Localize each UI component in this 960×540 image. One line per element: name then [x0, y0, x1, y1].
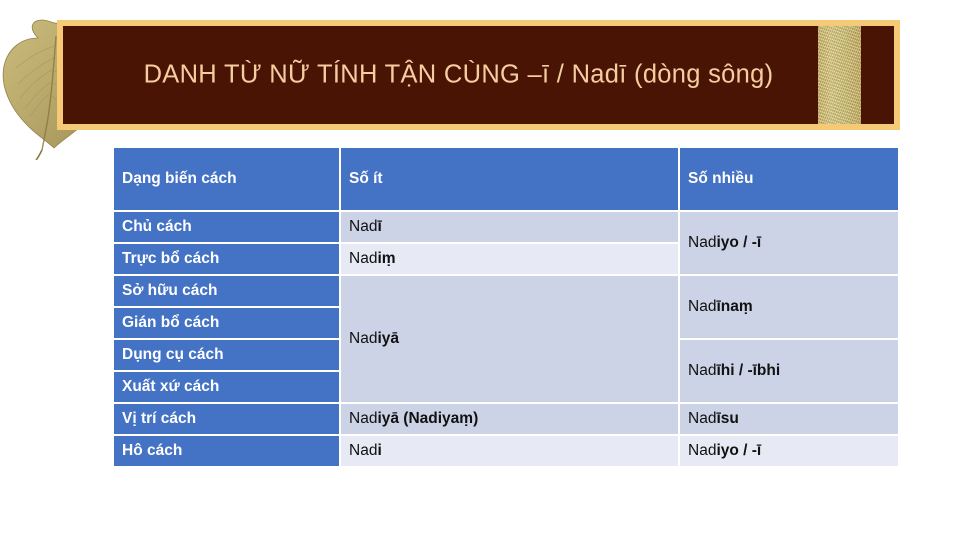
case-label-nominative: Chủ cách	[114, 212, 339, 242]
case-label-ablative: Xuất xứ cách	[114, 372, 339, 402]
word-stem: Nad	[688, 298, 717, 315]
singular-form-nominative: Nadī	[341, 212, 678, 242]
column-header-case: Dạng biến cách	[114, 148, 339, 210]
word-stem: Nad	[349, 410, 378, 427]
table-row: Chủ cách Nadī Nadiyo / -ī	[114, 212, 898, 274]
column-header-plural: Số nhiều	[680, 148, 898, 210]
word-ending: iyā	[377, 330, 399, 347]
case-label-locative: Vị trí cách	[114, 404, 339, 434]
case-label-dative: Gián bổ cách	[114, 308, 339, 338]
singular-form-accusative: Nadiṃ	[341, 244, 678, 274]
word-ending: īnaṃ	[716, 298, 753, 315]
table-row: Vị trí cách Nadiyā (Nadiyaṃ) Nadīsu	[114, 404, 898, 434]
word-stem: Nad	[349, 250, 378, 267]
column-header-singular: Số ít	[341, 148, 678, 210]
case-label-instrumental: Dụng cụ cách	[114, 340, 339, 370]
word-ending: iyo / -ī	[716, 442, 762, 459]
slide-title-banner: DANH TỪ NỮ TÍNH TẬN CÙNG –ī / Nadī (dòng…	[57, 20, 900, 130]
word-ending: iyā (Nadiyaṃ)	[377, 410, 479, 427]
case-label-accusative: Trực bổ cách	[114, 244, 339, 274]
declension-table: Dạng biến cách Số ít Số nhiều Chủ cách N…	[112, 146, 900, 468]
word-ending: i	[377, 442, 382, 459]
word-ending: ī	[377, 218, 382, 235]
word-stem: Nad	[349, 442, 378, 459]
plural-form-instrumental-ablative: Nadīhi / -ībhi	[680, 340, 898, 402]
singular-form-oblique: Nadiyā	[341, 276, 678, 402]
page-title: DANH TỪ NỮ TÍNH TẬN CÙNG –ī / Nadī (dòng…	[143, 60, 774, 89]
word-stem: Nad	[349, 218, 378, 235]
word-ending: iṃ	[377, 250, 396, 267]
word-stem: Nad	[688, 442, 717, 459]
word-ending: īhi / -ībhi	[716, 362, 781, 379]
plural-form-locative: Nadīsu	[680, 404, 898, 434]
case-label-genitive: Sở hữu cách	[114, 276, 339, 306]
singular-form-locative: Nadiyā (Nadiyaṃ)	[341, 404, 678, 434]
singular-form-vocative: Nadi	[341, 436, 678, 466]
table-header-row: Dạng biến cách Số ít Số nhiều	[114, 148, 898, 210]
plural-form-genitive-dative: Nadīnaṃ	[680, 276, 898, 338]
word-stem: Nad	[688, 410, 717, 427]
table-row: Sở hữu cách Nadiyā Nadīnaṃ	[114, 276, 898, 402]
word-stem: Nad	[349, 330, 378, 347]
plural-form-vocative: Nadiyo / -ī	[680, 436, 898, 466]
word-ending: iyo / -ī	[716, 234, 762, 251]
case-label-vocative: Hô cách	[114, 436, 339, 466]
table-row: Hô cách Nadi Nadiyo / -ī	[114, 436, 898, 466]
word-ending: īsu	[716, 410, 739, 427]
plural-form-nominative-accusative: Nadiyo / -ī	[680, 212, 898, 274]
word-stem: Nad	[688, 234, 717, 251]
word-stem: Nad	[688, 362, 717, 379]
